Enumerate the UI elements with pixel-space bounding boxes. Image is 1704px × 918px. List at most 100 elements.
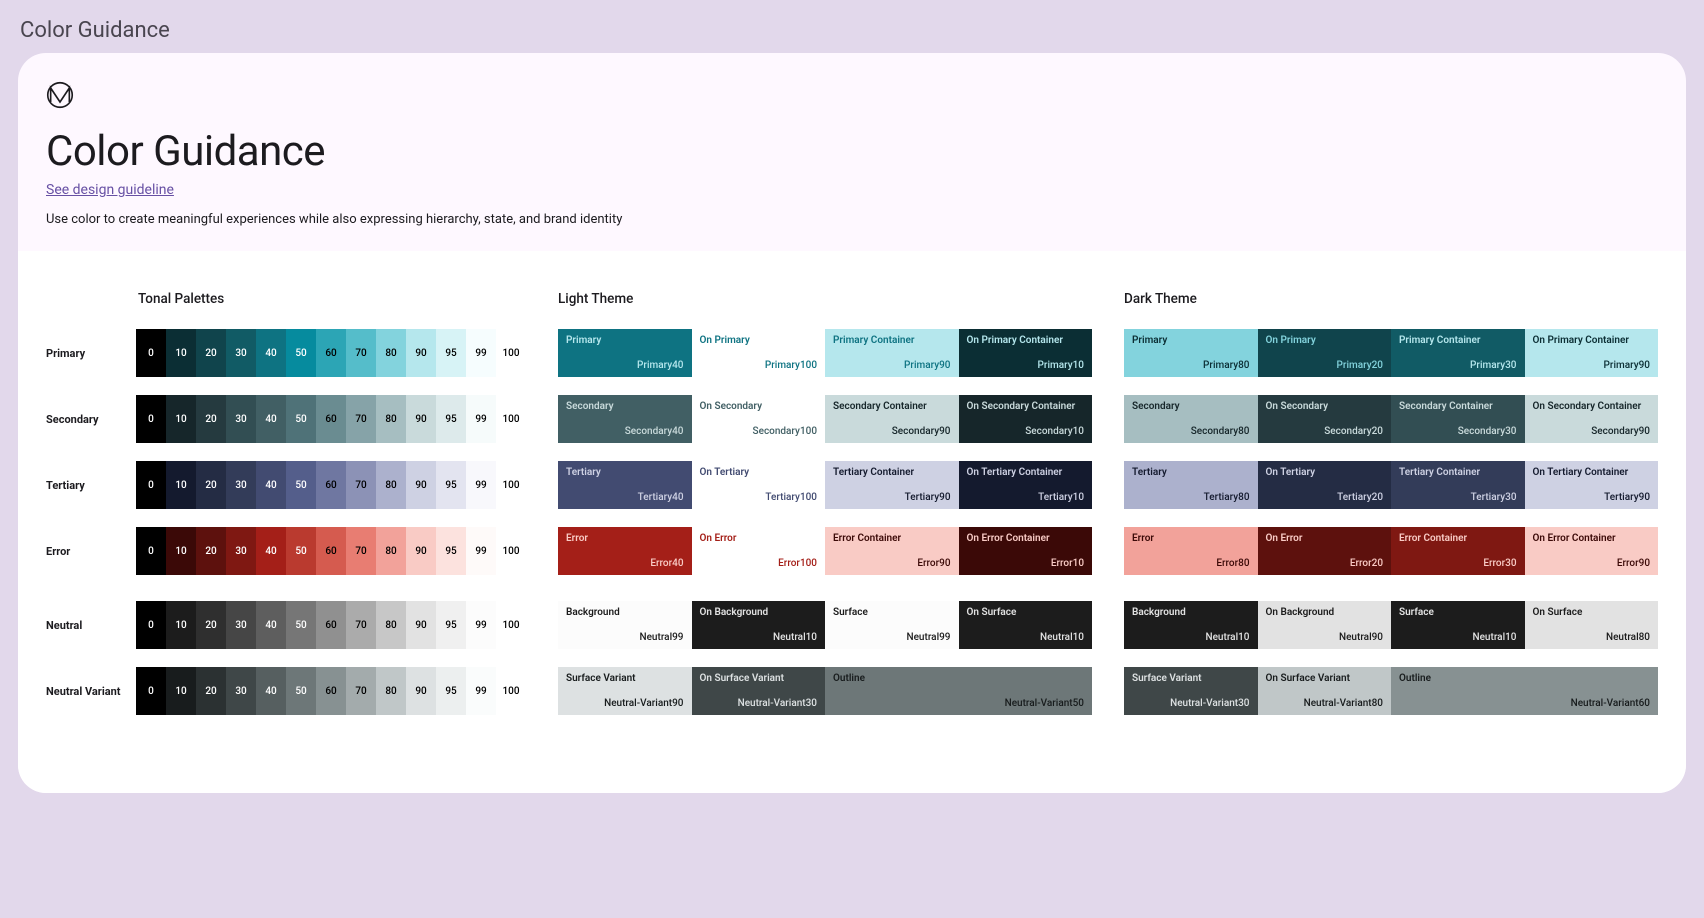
role-name: Secondary Container — [1399, 401, 1517, 412]
role-name: On Tertiary — [1266, 467, 1384, 478]
role-name: On Secondary Container — [967, 401, 1085, 412]
role-tone: Secondary80 — [1132, 426, 1250, 437]
tone-swatch: 0 — [136, 329, 166, 377]
tone-swatch: 10 — [166, 527, 196, 575]
role-name: Primary — [566, 335, 684, 346]
tone-swatch: 30 — [226, 329, 256, 377]
role-name: On Primary — [1266, 335, 1384, 346]
tone-swatch: 50 — [286, 395, 316, 443]
tone-swatch: 50 — [286, 461, 316, 509]
tone-swatch: 70 — [346, 461, 376, 509]
role-tone: Tertiary100 — [700, 492, 818, 503]
color-role: Surface VariantNeutral-Variant90 — [558, 667, 692, 715]
color-role: BackgroundNeutral99 — [558, 601, 692, 649]
role-tone: Neutral10 — [1132, 632, 1250, 643]
tone-swatch: 70 — [346, 527, 376, 575]
tone-swatch: 40 — [256, 461, 286, 509]
role-tone: Primary10 — [967, 360, 1085, 371]
role-tone: Secondary90 — [1533, 426, 1651, 437]
column-title-dark: Dark Theme — [1124, 291, 1658, 307]
tone-swatch: 10 — [166, 667, 196, 715]
tone-swatch: 95 — [436, 601, 466, 649]
color-role: On BackgroundNeutral90 — [1258, 601, 1392, 649]
tone-swatch: 60 — [316, 527, 346, 575]
tone-swatch: 20 — [196, 461, 226, 509]
role-name: Error — [566, 533, 684, 544]
tone-swatch: 40 — [256, 395, 286, 443]
role-tone: Secondary90 — [833, 426, 951, 437]
tone-swatch: 50 — [286, 601, 316, 649]
role-name: On Background — [700, 607, 818, 618]
role-tone: Primary90 — [1533, 360, 1651, 371]
role-tone: Primary100 — [700, 360, 818, 371]
theme-row: TertiaryTertiary40On TertiaryTertiary100… — [558, 461, 1092, 509]
role-tone: Error80 — [1132, 558, 1250, 569]
palette-row-label: Primary — [46, 347, 136, 360]
tone-strip: 01020304050607080909599100 — [136, 329, 526, 377]
tone-swatch: 99 — [466, 461, 496, 509]
tone-swatch: 100 — [496, 601, 526, 649]
theme-row: Surface VariantNeutral-Variant30On Surfa… — [1124, 667, 1658, 715]
outer-title: Color Guidance — [0, 0, 1704, 53]
theme-row: Secondary Secondary80 On SecondarySecondar… — [1124, 395, 1658, 443]
role-tone: Error90 — [833, 558, 951, 569]
color-role: SurfaceNeutral10 — [1391, 601, 1525, 649]
color-role: On Primary ContainerPrimary90 — [1525, 329, 1659, 377]
tone-swatch: 100 — [496, 667, 526, 715]
role-name: Outline — [1399, 673, 1650, 684]
tone-swatch: 90 — [406, 461, 436, 509]
role-name: Primary — [1132, 335, 1250, 346]
tone-swatch: 95 — [436, 667, 466, 715]
tone-swatch: 90 — [406, 527, 436, 575]
tone-swatch: 0 — [136, 395, 166, 443]
role-tone: Error20 — [1266, 558, 1384, 569]
color-role: On PrimaryPrimary20 — [1258, 329, 1392, 377]
color-role: ErrorError40 — [558, 527, 692, 575]
color-role: Surface VariantNeutral-Variant30 — [1124, 667, 1258, 715]
role-tone: Tertiary90 — [833, 492, 951, 503]
tone-swatch: 99 — [466, 667, 496, 715]
tone-swatch: 30 — [226, 667, 256, 715]
guideline-link[interactable]: See design guideline — [46, 182, 174, 198]
color-role: On Secondary Container Secondary90 — [1525, 395, 1659, 443]
role-name: On Surface Variant — [700, 673, 818, 684]
role-name: Error — [1132, 533, 1250, 544]
theme-row: PrimaryPrimary80On PrimaryPrimary20 Prima… — [1124, 329, 1658, 377]
content: Tonal Palettes Primary010203040506070809… — [18, 251, 1686, 793]
color-role: On Error ContainerError10 — [959, 527, 1093, 575]
tone-strip: 01020304050607080909599100 — [136, 395, 526, 443]
role-tone: Tertiary30 — [1399, 492, 1517, 503]
color-role: On SecondarySecondary20 — [1258, 395, 1392, 443]
role-name: Surface — [833, 607, 951, 618]
tone-swatch: 90 — [406, 329, 436, 377]
role-name: On Secondary Container — [1533, 401, 1651, 412]
tone-swatch: 10 — [166, 461, 196, 509]
tone-swatch: 90 — [406, 601, 436, 649]
role-name: On Background — [1266, 607, 1384, 618]
palette-row-label: Neutral — [46, 619, 136, 632]
color-role: On Tertiary ContainerTertiary10 — [959, 461, 1093, 509]
color-role: Error Error80 — [1124, 527, 1258, 575]
role-name: On Error — [700, 533, 818, 544]
color-role: On BackgroundNeutral10 — [692, 601, 826, 649]
role-name: On Tertiary — [700, 467, 818, 478]
tone-swatch: 60 — [316, 461, 346, 509]
tone-swatch: 70 — [346, 601, 376, 649]
role-tone: Secondary20 — [1266, 426, 1384, 437]
column-tonal: Tonal Palettes Primary010203040506070809… — [46, 291, 526, 733]
palette-row: Error01020304050607080909599100 — [46, 527, 526, 575]
role-name: Error Container — [1399, 533, 1517, 544]
color-role: Secondary Secondary80 — [1124, 395, 1258, 443]
role-tone: Neutral-Variant60 — [1399, 698, 1650, 709]
tone-swatch: 99 — [466, 527, 496, 575]
tone-swatch: 70 — [346, 395, 376, 443]
role-tone: Tertiary20 — [1266, 492, 1384, 503]
color-role: PrimaryPrimary80 — [1124, 329, 1258, 377]
role-name: Primary Container — [833, 335, 951, 346]
role-tone: Neutral80 — [1533, 632, 1651, 643]
role-name: Secondary — [1132, 401, 1250, 412]
tone-swatch: 30 — [226, 395, 256, 443]
subtitle: Use color to create meaningful experienc… — [46, 212, 1658, 227]
palette-row: Primary01020304050607080909599100 — [46, 329, 526, 377]
color-role: TertiaryTertiary80 — [1124, 461, 1258, 509]
